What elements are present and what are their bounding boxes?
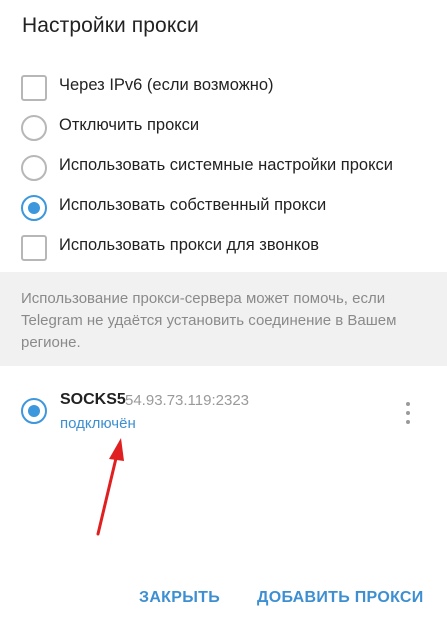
ipv6-checkbox[interactable]: [21, 75, 47, 101]
calls-proxy-checkbox[interactable]: [21, 235, 47, 261]
proxy-type: SOCKS5: [60, 391, 126, 408]
proxy-settings-dialog: Настройки прокси Через IPv6 (если возмож…: [0, 0, 447, 621]
custom-proxy-radio[interactable]: [21, 195, 47, 221]
proxy-status: подключён: [60, 415, 136, 432]
option-calls-proxy-label: Использовать прокси для звонков: [59, 236, 320, 254]
proxy-select-radio[interactable]: [21, 398, 47, 424]
option-calls-proxy[interactable]: Использовать прокси для звонков: [0, 227, 447, 267]
system-proxy-radio[interactable]: [21, 155, 47, 181]
add-proxy-button[interactable]: ДОБАВИТЬ ПРОКСИ: [257, 589, 424, 607]
info-panel: Использование прокси-сервера может помоч…: [0, 272, 447, 366]
close-button[interactable]: ЗАКРЫТЬ: [139, 589, 220, 607]
option-system-proxy[interactable]: Использовать системные настройки прокси: [0, 147, 447, 187]
proxy-list-item[interactable]: SOCKS5 54.93.73.119:2323 подключён: [0, 380, 447, 440]
option-custom-proxy[interactable]: Использовать собственный прокси: [0, 187, 447, 227]
option-custom-proxy-label: Использовать собственный прокси: [59, 196, 327, 214]
option-disable-proxy[interactable]: Отключить прокси: [0, 107, 447, 147]
more-vertical-icon[interactable]: [402, 402, 414, 424]
dialog-title: Настройки прокси: [22, 14, 199, 37]
option-ipv6[interactable]: Через IPv6 (если возможно): [0, 67, 447, 107]
disable-proxy-radio[interactable]: [21, 115, 47, 141]
info-text: Использование прокси-сервера может помоч…: [21, 290, 397, 351]
option-system-proxy-label: Использовать системные настройки прокси: [59, 156, 393, 174]
option-ipv6-label: Через IPv6 (если возможно): [59, 76, 274, 94]
proxy-address: 54.93.73.119:2323: [125, 392, 250, 409]
option-disable-proxy-label: Отключить прокси: [59, 116, 200, 134]
